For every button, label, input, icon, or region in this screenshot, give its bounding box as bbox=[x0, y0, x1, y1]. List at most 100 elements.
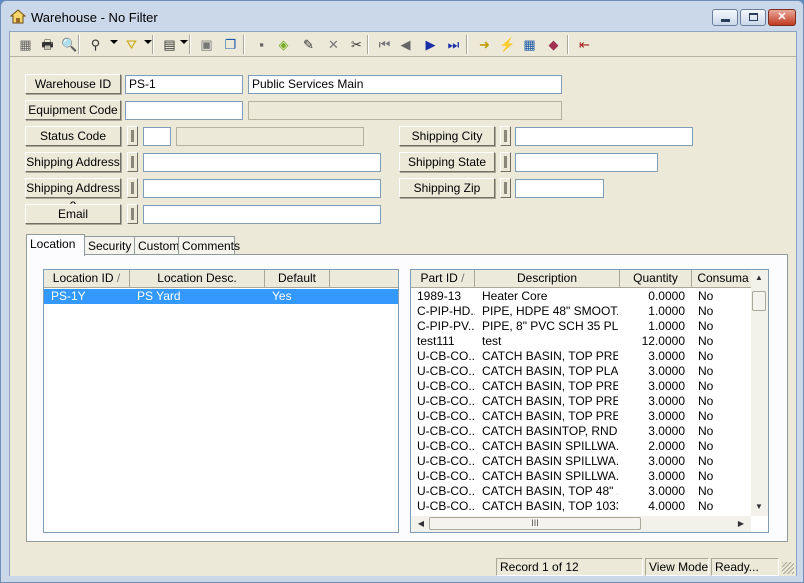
part-row[interactable]: 1989-13 Heater Core 0.0000 No bbox=[411, 289, 751, 304]
part-row[interactable]: U-CB-CO... CATCH BASIN, TOP PRE... 3.0000 N… bbox=[411, 349, 751, 364]
previous-record-button[interactable]: ◀ bbox=[395, 34, 416, 55]
parts-grid[interactable]: Part ID / Description Quantity Consuma 1… bbox=[410, 269, 769, 533]
warehouse-id-field[interactable]: PS-1 bbox=[125, 75, 243, 94]
shipping-zip-field[interactable] bbox=[515, 179, 604, 198]
part-cell-quantity: 4.0000 bbox=[648, 499, 685, 513]
default-header[interactable]: Default bbox=[265, 270, 330, 288]
location-grid[interactable]: Location ID / Location Desc. Default PS-… bbox=[43, 269, 399, 533]
next-record-button[interactable]: ▶ bbox=[420, 34, 441, 55]
maximize-button[interactable] bbox=[740, 9, 766, 26]
resize-grip-icon[interactable] bbox=[782, 562, 794, 574]
last-record-button[interactable]: ⏭ bbox=[443, 34, 464, 55]
warehouse-id-label[interactable]: Warehouse ID bbox=[25, 74, 121, 94]
warehouse-name-field[interactable]: Public Services Main bbox=[248, 75, 562, 94]
email-field[interactable] bbox=[143, 205, 381, 224]
minimize-button[interactable] bbox=[712, 9, 738, 26]
horizontal-scroll-thumb[interactable]: III bbox=[429, 517, 641, 530]
book-button[interactable]: ◆ bbox=[543, 34, 564, 55]
print-button[interactable]: 🖶 bbox=[37, 34, 58, 55]
email-handle[interactable] bbox=[127, 204, 138, 224]
dropdown-arrow-icon[interactable] bbox=[110, 40, 118, 44]
equipment-code-field[interactable] bbox=[125, 101, 243, 120]
part-row[interactable]: U-CB-CO... CATCH BASIN, TOP PRE... 3.0000 N… bbox=[411, 409, 751, 424]
save-button[interactable]: ▪ bbox=[251, 34, 272, 55]
part-cell-quantity: 3.0000 bbox=[648, 364, 685, 378]
shipping-zip-label[interactable]: Shipping Zip bbox=[399, 178, 495, 198]
shipping-city-handle[interactable] bbox=[500, 126, 511, 146]
status-code-field[interactable] bbox=[143, 127, 171, 146]
scroll-right-icon[interactable]: ▶ bbox=[733, 516, 749, 532]
vertical-scroll-thumb[interactable] bbox=[752, 291, 766, 311]
copy-button[interactable]: ❐ bbox=[220, 34, 241, 55]
shipping-address2-handle[interactable] bbox=[127, 178, 138, 198]
dropdown-arrow-icon[interactable] bbox=[180, 40, 188, 44]
status-panel-empty bbox=[14, 558, 492, 576]
part-row[interactable]: U-CB-CO... CATCH BASIN SPILLWA... 2.0000 No bbox=[411, 439, 751, 454]
part-row[interactable]: U-CB-CO... CATCH BASIN, TOP PRE... 3.0000 N… bbox=[411, 379, 751, 394]
part-row[interactable]: C-PIP-PV... PIPE, 8" PVC SCH 35 PL,... 1.0… bbox=[411, 319, 751, 334]
print-preview-button[interactable]: 🔍 bbox=[59, 34, 80, 55]
shipping-address-handle[interactable] bbox=[127, 152, 138, 172]
title-bar[interactable]: Warehouse - No Filter ✕ bbox=[1, 1, 803, 33]
part-cell-quantity: 3.0000 bbox=[648, 424, 685, 438]
scroll-down-icon[interactable]: ▼ bbox=[751, 499, 767, 515]
cut-button[interactable]: ✂ bbox=[346, 34, 367, 55]
part-row[interactable]: U-CB-CO... CATCH BASIN, TOP 48" ... 3.0000… bbox=[411, 484, 751, 499]
tab-custom[interactable]: Custom bbox=[134, 236, 179, 255]
description-header[interactable]: Description bbox=[475, 270, 620, 288]
shipping-state-handle[interactable] bbox=[500, 152, 511, 172]
shipping-address2-label[interactable]: Shipping Address 2 bbox=[25, 178, 121, 213]
report-button[interactable]: ▤ bbox=[159, 34, 180, 55]
calendar-button[interactable]: ▦ bbox=[519, 34, 540, 55]
exit-button[interactable]: ⇤ bbox=[574, 34, 595, 55]
email-label[interactable]: Email bbox=[25, 204, 121, 224]
lightning-button[interactable]: ⚡ bbox=[497, 34, 518, 55]
properties-button[interactable]: ▣ bbox=[196, 34, 217, 55]
dropdown-arrow-icon[interactable] bbox=[144, 40, 152, 44]
consumable-header[interactable]: Consuma bbox=[692, 270, 754, 288]
shipping-city-field[interactable] bbox=[515, 127, 693, 146]
scroll-up-icon[interactable]: ▲ bbox=[751, 270, 767, 286]
equipment-code-label[interactable]: Equipment Code bbox=[25, 100, 121, 120]
shipping-address-field[interactable] bbox=[143, 153, 381, 172]
status-code-lookup-handle[interactable] bbox=[127, 126, 138, 146]
grid-button[interactable]: ▦ bbox=[15, 34, 36, 55]
part-row[interactable]: U-CB-CO... CATCH BASINTOP, RND ... 3.0000 N… bbox=[411, 424, 751, 439]
part-row[interactable]: U-CB-CO... CATCH BASIN, TOP PRE... 3.0000 N… bbox=[411, 394, 751, 409]
location-id-header[interactable]: Location ID / bbox=[44, 270, 130, 288]
part-row[interactable]: U-CB-CO... CATCH BASIN SPILLWA... 3.0000 No bbox=[411, 454, 751, 469]
part-row[interactable]: C-PIP-HD... PIPE, HDPE 48" SMOOT... 1.0000… bbox=[411, 304, 751, 319]
part-row[interactable]: U-CB-CO... CATCH BASIN, TOP PLAI... 3.0000… bbox=[411, 364, 751, 379]
new-record-button[interactable]: ◈ bbox=[273, 34, 294, 55]
part-id-header[interactable]: Part ID / bbox=[411, 270, 475, 288]
quantity-header[interactable]: Quantity bbox=[620, 270, 692, 288]
goto-arrow-button[interactable]: ➜ bbox=[474, 34, 495, 55]
parts-horizontal-scrollbar[interactable]: ◀ III ▶ bbox=[411, 516, 751, 532]
tab-comments[interactable]: Comments bbox=[178, 236, 240, 255]
delete-button[interactable]: ✕ bbox=[323, 34, 344, 55]
shipping-address-label[interactable]: Shipping Address bbox=[25, 152, 121, 172]
shipping-zip-handle[interactable] bbox=[500, 178, 511, 198]
tab-security[interactable]: Security bbox=[84, 236, 135, 255]
status-code-label[interactable]: Status Code bbox=[25, 126, 121, 146]
filter-button[interactable]: ⛛ bbox=[121, 34, 142, 55]
tab-label: Security bbox=[88, 239, 132, 253]
location-desc-header[interactable]: Location Desc. bbox=[130, 270, 265, 288]
shipping-address2-field[interactable] bbox=[143, 179, 381, 198]
part-row[interactable]: test111 test 12.0000 No bbox=[411, 334, 751, 349]
parts-vertical-scrollbar[interactable]: ▲ ▼ bbox=[751, 270, 768, 516]
tab-location[interactable]: Location bbox=[26, 234, 85, 256]
edit-pencil-button[interactable]: ✎ bbox=[298, 34, 319, 55]
part-row[interactable]: U-CB-CO... CATCH BASIN SPILLWA... 3.0000 No bbox=[411, 469, 751, 484]
shipping-state-field[interactable] bbox=[515, 153, 658, 172]
close-button[interactable]: ✕ bbox=[768, 9, 796, 26]
shipping-state-label[interactable]: Shipping State bbox=[399, 152, 495, 172]
goto-arrow-icon: ➜ bbox=[479, 37, 490, 52]
save-icon: ▪ bbox=[259, 37, 264, 52]
location-row[interactable]: PS-1Y PS Yard Yes bbox=[44, 289, 398, 304]
scroll-left-icon[interactable]: ◀ bbox=[413, 516, 429, 532]
binoculars-button[interactable]: ⚲ bbox=[85, 34, 106, 55]
shipping-city-label[interactable]: Shipping City bbox=[399, 126, 495, 146]
first-record-button[interactable]: ⏮ bbox=[374, 34, 395, 55]
part-row[interactable]: U-CB-CO... CATCH BASIN, TOP 1033... 4.0000… bbox=[411, 499, 751, 514]
